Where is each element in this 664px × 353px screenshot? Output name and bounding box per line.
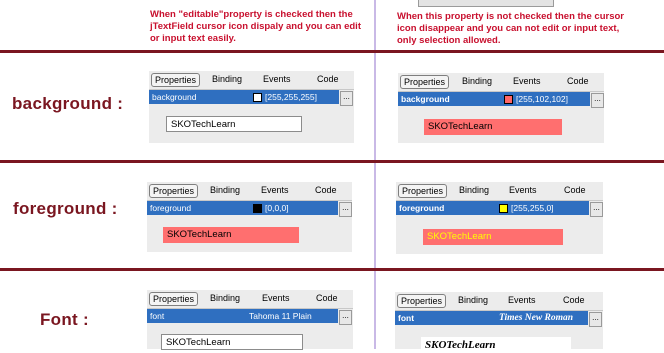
properties-panel: Properties Binding Events Code foregroun… [396, 182, 603, 254]
property-name: font [398, 313, 415, 323]
property-row-foreground[interactable]: foreground [0,0,0] [147, 201, 338, 215]
tab-events[interactable]: Events [509, 185, 537, 195]
text-field[interactable]: SKOTechLearn [166, 116, 302, 132]
row-label-foreground: foreground : [13, 199, 118, 218]
property-name: font [150, 311, 165, 321]
tab-events[interactable]: Events [262, 293, 290, 303]
tab-code[interactable]: Code [564, 185, 586, 195]
tab-code[interactable]: Code [317, 74, 339, 84]
property-editor-button[interactable]: ... [339, 202, 352, 217]
property-row-foreground[interactable]: foreground [255,255,0] [396, 201, 589, 215]
tab-code[interactable]: Code [563, 295, 585, 305]
tab-properties[interactable]: Properties [400, 75, 450, 89]
property-row-background[interactable]: background [255,102,102] [398, 92, 590, 106]
properties-panel: Properties Binding Events Code backgroun… [398, 73, 604, 143]
property-row-font[interactable]: font Times New Roman [395, 311, 588, 325]
tab-events[interactable]: Events [263, 74, 291, 84]
property-editor-button[interactable]: ... [589, 312, 602, 327]
property-name: background [152, 92, 197, 102]
property-value: [255,255,255] [265, 92, 317, 102]
tab-properties[interactable]: Properties [151, 73, 201, 87]
property-value: Tahoma 11 Plain [249, 311, 312, 321]
color-swatch [499, 204, 508, 213]
tab-binding[interactable]: Binding [210, 293, 240, 303]
text-field[interactable]: SKOTechLearn [421, 337, 571, 353]
text-field[interactable]: SKOTechLearn [424, 119, 562, 135]
section-divider [0, 160, 664, 163]
tab-binding[interactable]: Binding [462, 76, 492, 86]
row-label-font: Font : [40, 310, 89, 329]
section-divider [0, 268, 664, 271]
properties-panel: Properties Binding Events Code font Time… [395, 292, 603, 353]
tab-code[interactable]: Code [316, 293, 338, 303]
color-swatch [253, 204, 262, 213]
text-field[interactable]: SKOTechLearn [163, 227, 299, 243]
color-swatch [504, 95, 513, 104]
property-name: background [401, 94, 450, 104]
property-editor-button[interactable]: ... [590, 202, 603, 217]
tab-bar: Properties Binding Events Code [398, 73, 604, 92]
tab-bar: Properties Binding Events Code [149, 71, 354, 90]
properties-panel: Properties Binding Events Code backgroun… [149, 71, 354, 143]
tab-events[interactable]: Events [261, 185, 289, 195]
tab-code[interactable]: Code [567, 76, 589, 86]
tab-binding[interactable]: Binding [212, 74, 242, 84]
text-field[interactable]: SKOTechLearn [161, 334, 303, 350]
row-label-background: background : [12, 94, 124, 113]
tab-binding[interactable]: Binding [459, 185, 489, 195]
tab-binding[interactable]: Binding [210, 185, 240, 195]
tab-bar: Properties Binding Events Code [147, 182, 352, 201]
property-value: Times New Roman [499, 313, 574, 323]
property-value: [0,0,0] [265, 203, 289, 213]
text-field[interactable]: SKOTechLearn [423, 229, 563, 245]
property-row-font[interactable]: font Tahoma 11 Plain [147, 309, 338, 323]
tab-code[interactable]: Code [315, 185, 337, 195]
property-value: [255,102,102] [516, 94, 568, 104]
tab-events[interactable]: Events [508, 295, 536, 305]
property-row-background[interactable]: background [255,255,255] [149, 90, 339, 104]
tab-binding[interactable]: Binding [458, 295, 488, 305]
section-divider [0, 50, 664, 53]
partial-panel-top [418, 0, 554, 7]
editable-unchecked-note: When this property is not checked then t… [397, 11, 624, 46]
editable-checked-note: When "editable"property is checked then … [150, 9, 361, 44]
tab-bar: Properties Binding Events Code [395, 292, 603, 311]
property-name: foreground [399, 203, 445, 213]
properties-panel: Properties Binding Events Code foregroun… [147, 182, 352, 252]
property-editor-button[interactable]: ... [591, 93, 604, 108]
property-name: foreground [150, 203, 192, 213]
tab-bar: Properties Binding Events Code [147, 290, 353, 309]
tab-properties[interactable]: Properties [397, 294, 447, 308]
property-value: [255,255,0] [511, 203, 554, 213]
tab-properties[interactable]: Properties [398, 184, 448, 198]
tab-bar: Properties Binding Events Code [396, 182, 603, 201]
tab-properties[interactable]: Properties [149, 292, 199, 306]
color-swatch [253, 93, 262, 102]
tab-events[interactable]: Events [513, 76, 541, 86]
tab-properties[interactable]: Properties [149, 184, 199, 198]
property-editor-button[interactable]: ... [340, 91, 353, 106]
properties-panel: Properties Binding Events Code font Taho… [147, 290, 353, 350]
property-editor-button[interactable]: ... [339, 310, 352, 325]
